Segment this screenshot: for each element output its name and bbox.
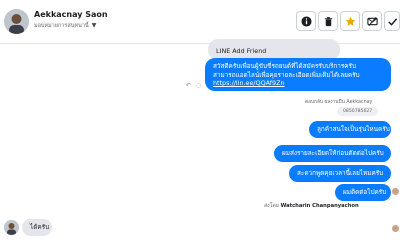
message-text: ลูกค้าสนใจเป็นรุ่นไหนครับ [317,125,390,133]
message-text: LINE Add Friend [216,47,267,55]
sent-by-label: ส่งโดย Watcharin Chanpanyachon [264,202,359,210]
message-line-add-friend[interactable]: LINE Add Friend [208,39,340,60]
message-text: ได้ครับ [30,223,50,231]
check-icon [387,17,397,26]
star-button[interactable] [340,11,360,31]
quoted-message[interactable]: 0850785627 [337,107,379,116]
block-mail-icon [366,16,378,26]
info-icon [300,15,312,27]
conversation-header: Aekkacnay Saon มอบหมายการสนทนานี้ ▼ [0,0,400,44]
line-link[interactable]: https://lin.ee/QQAf9Zn [213,79,383,88]
message-greeting[interactable]: สวัสดีครับเพื่อนผู้ขับขี่รถยนต์ที่ได้สมั… [205,58,391,91]
message-thread: LINE Add Friend สวัสดีครับเพื่อนผู้ขับขี… [0,39,400,250]
messenger-window: Aekkacnay Saon มอบหมายการสนทนานี้ ▼ LINE … [0,0,400,250]
spam-button[interactable] [362,11,382,31]
sent-by-name: Watcharin Chanpanyachon [280,203,359,209]
message-convenient-time[interactable]: สะดวกพูดคุยเวลานี้เลยไหมครับ [289,165,391,182]
seen-avatar [392,188,399,195]
seen-avatar-2 [392,225,399,232]
info-button[interactable] [296,11,316,31]
message-text-line2: สามารถแอดไลน์เพื่อคุยรายละเอียดเพิ่มเติม… [213,70,360,79]
contact-avatar[interactable] [4,9,29,34]
message-text: ผมส่งรายละเอียดให้ก่อนตัดต่อไปครับ [282,149,384,157]
done-button[interactable] [384,11,400,31]
message-send-details[interactable]: ผมส่งรายละเอียดให้ก่อนตัดต่อไปครับ [274,145,391,162]
message-reply-ok[interactable]: ได้ครับ [22,219,52,236]
reply-meta: ตอบกลับ ผลงานปืน Aekkacnay [305,100,373,105]
contact-avatar-small [4,220,19,235]
message-will-contact[interactable]: ผมติดต่อไปครับ [335,184,391,201]
trash-icon [324,16,332,26]
reply-icon[interactable]: ↶ [186,82,191,89]
contact-name[interactable]: Aekkacnay Saon [34,10,108,19]
seen-icon: ◌ [196,82,202,89]
delete-button[interactable] [318,11,338,31]
message-text: สะดวกพูดคุยเวลานี้เลยไหมครับ [297,169,384,177]
sent-by-prefix: ส่งโดย [264,203,279,209]
chevron-down-icon: ▼ [91,22,97,29]
assign-label: มอบหมายการสนทนานี้ [34,23,89,29]
message-text-line1: สวัสดีครับเพื่อนผู้ขับขี่รถยนต์ที่ได้สมั… [213,62,357,70]
message-text: ผมติดต่อไปครับ [343,188,387,196]
message-ask-model[interactable]: ลูกค้าสนใจเป็นรุ่นไหนครับ [309,121,391,138]
assign-conversation[interactable]: มอบหมายการสนทนานี้ ▼ [34,22,96,30]
star-icon [345,16,355,26]
